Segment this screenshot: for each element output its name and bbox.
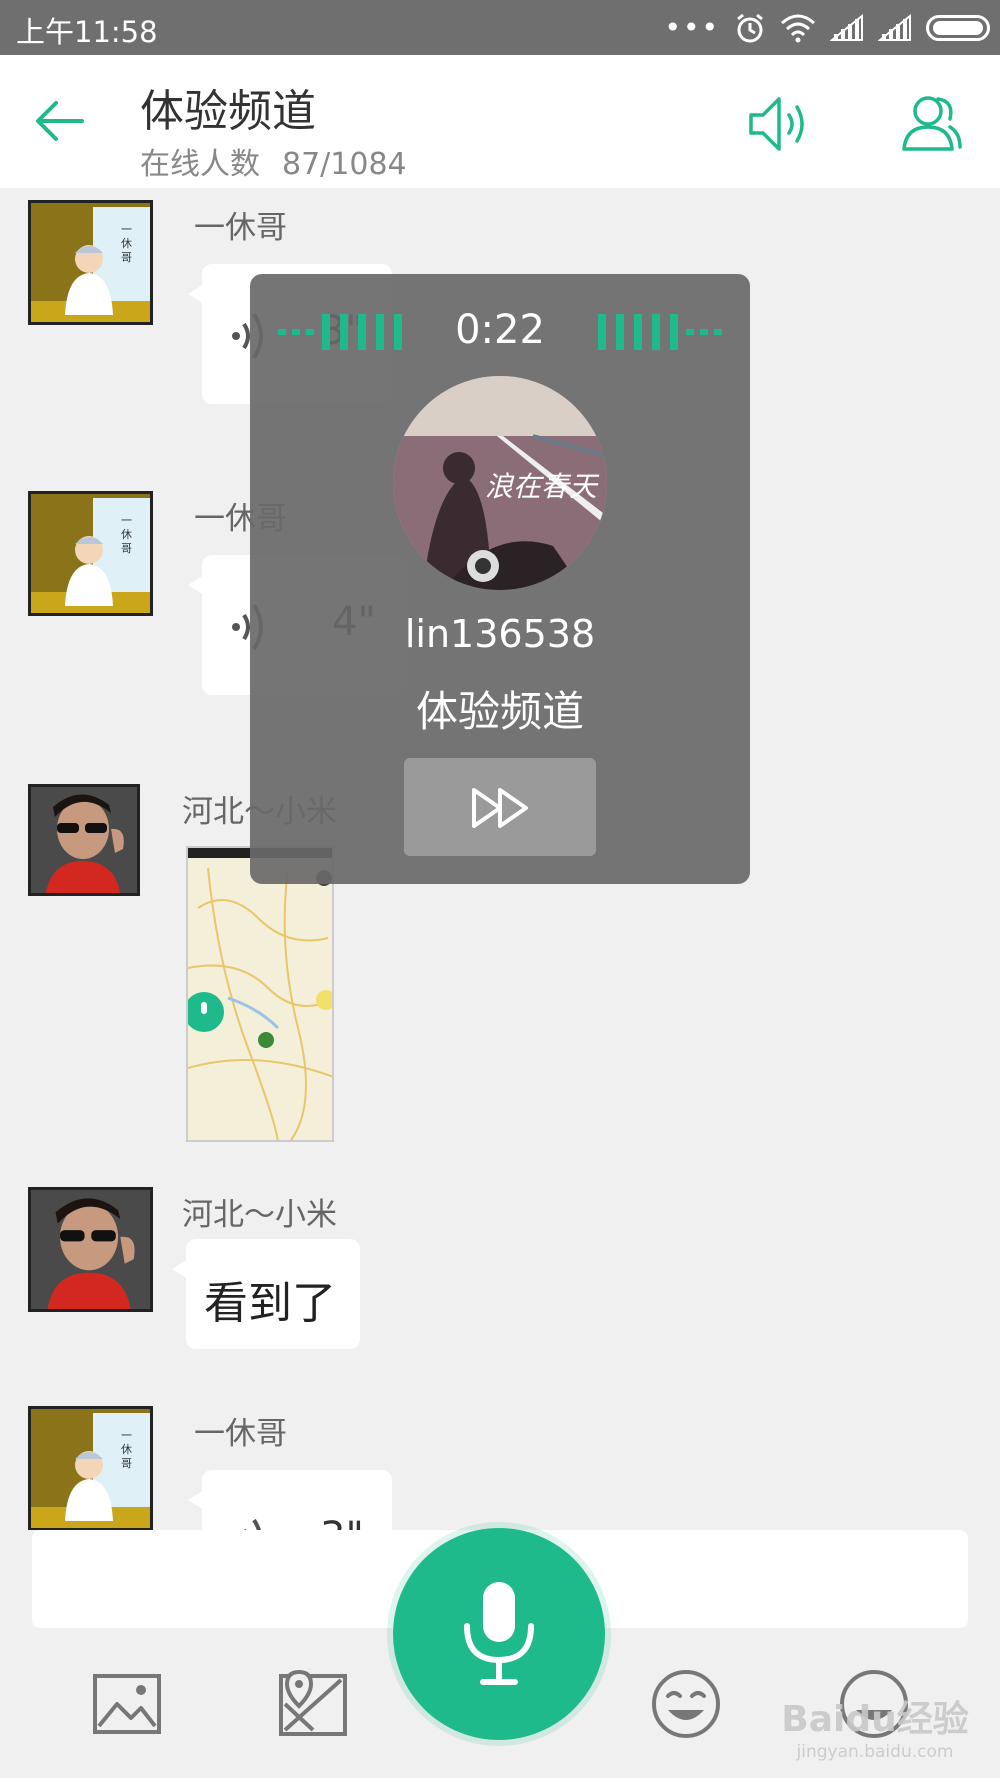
- map-screenshot-image[interactable]: [186, 846, 334, 1142]
- status-time: 上午11:58: [16, 15, 158, 49]
- map-image: [188, 848, 332, 1140]
- text-message-bubble[interactable]: 看到了: [172, 1239, 360, 1349]
- message-text: 看到了: [204, 1278, 336, 1329]
- status-icons: •••: [664, 8, 990, 48]
- microphone-icon: [464, 1582, 534, 1685]
- skip-button[interactable]: [404, 758, 596, 856]
- speaker-avatar: 浪在春天: [393, 376, 607, 590]
- more-dots-icon: •••: [664, 11, 720, 44]
- svg-text:一: 一: [121, 223, 132, 236]
- title-bar: 体验频道 在线人数 87/1084: [0, 55, 1000, 188]
- voice-message-bubble[interactable]: 3": [188, 1470, 392, 1530]
- wifi-icon: [781, 14, 815, 43]
- map-icon[interactable]: [277, 1668, 349, 1740]
- avatar[interactable]: 一 休 哥: [28, 200, 153, 325]
- emoji-icon[interactable]: [650, 1668, 722, 1740]
- svg-text:一: 一: [121, 514, 132, 527]
- monk-avatar-image: 一 休 哥: [31, 494, 150, 613]
- online-count: 87/1084: [282, 147, 407, 182]
- svg-text:哥: 哥: [121, 542, 132, 555]
- alarm-icon: [737, 13, 763, 43]
- avatar[interactable]: [28, 1187, 153, 1312]
- svg-text:哥: 哥: [121, 1457, 132, 1470]
- status-bar: 上午11:58 •••: [0, 0, 1000, 55]
- online-count-line: 在线人数 87/1084: [140, 139, 407, 183]
- watermark-main: Baidu经验: [781, 1699, 969, 1740]
- image-icon[interactable]: [91, 1668, 163, 1740]
- signal-icon-2: [878, 14, 911, 41]
- monk-avatar-image: 一 休 哥: [31, 1409, 150, 1528]
- sender-name: 河北～小米: [182, 1197, 337, 1233]
- online-label: 在线人数: [140, 147, 260, 182]
- voice-wave-icon: [244, 1518, 262, 1530]
- signal-icon: [830, 14, 863, 41]
- speaker-avatar-image: 浪在春天: [393, 376, 607, 590]
- voice-duration: 3": [320, 1514, 364, 1530]
- battery-icon: [926, 15, 990, 41]
- page-title: 体验频道: [140, 86, 316, 137]
- svg-text:休: 休: [121, 528, 132, 541]
- svg-text:一: 一: [121, 1429, 132, 1442]
- avatar[interactable]: [28, 784, 140, 896]
- man-avatar-image: [31, 1190, 150, 1309]
- push-to-talk-button[interactable]: [393, 1528, 605, 1740]
- voice-playback-overlay: 0:22 浪在春天 lin136538 体验频道: [250, 274, 750, 884]
- avatar-caption: 浪在春天: [485, 470, 600, 503]
- members-icon[interactable]: [898, 91, 964, 157]
- speaker-name: lin136538: [404, 612, 596, 656]
- speaker-icon[interactable]: [745, 91, 811, 157]
- monk-avatar-image: 一 休 哥: [31, 203, 150, 322]
- svg-text:休: 休: [121, 1443, 132, 1456]
- man-avatar-image: [31, 787, 137, 893]
- baidu-watermark: Baidu经验 jingyan.baidu.com: [760, 1690, 990, 1762]
- avatar[interactable]: 一 休 哥: [28, 491, 153, 616]
- right-sound-wave-icon: [598, 314, 722, 350]
- arrow-left-icon[interactable]: [30, 91, 90, 151]
- sender-name: 一休哥: [194, 210, 287, 246]
- svg-text:休: 休: [121, 237, 132, 250]
- fast-forward-icon: [472, 788, 528, 828]
- sender-name: 一休哥: [194, 1416, 287, 1452]
- avatar[interactable]: 一 休 哥: [28, 1406, 153, 1530]
- watermark-sub: jingyan.baidu.com: [796, 1742, 954, 1762]
- channel-name: 体验频道: [415, 687, 584, 736]
- svg-text:哥: 哥: [121, 251, 132, 264]
